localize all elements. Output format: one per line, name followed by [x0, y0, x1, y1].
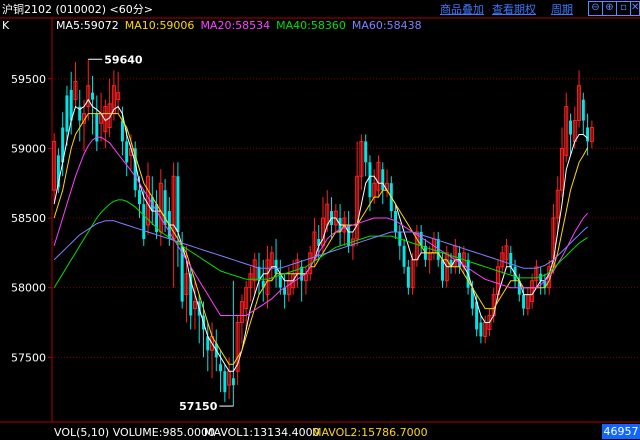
candle-body: [231, 378, 235, 386]
candle-body: [586, 127, 590, 142]
vol-label: VOL(5,10) VOLUME:985.0000: [54, 426, 215, 439]
candle-body: [364, 141, 368, 163]
last-value-badge: 46957: [602, 424, 640, 439]
candle-body: [91, 92, 95, 100]
candle-body: [479, 322, 483, 337]
ma-line-ma10: [53, 113, 589, 365]
candle-body: [125, 141, 129, 163]
candle-body: [441, 259, 444, 281]
candle-body: [65, 95, 69, 132]
y-tick-label: 59000: [11, 142, 46, 155]
extreme-value-label: 59640: [104, 53, 143, 66]
mavol2-label: MAVOL2:15786.7000: [312, 426, 428, 439]
candle-body: [381, 169, 385, 191]
kline-chart[interactable]: 59500 59000 58500 58000 57500 59640 57150: [0, 0, 640, 424]
y-tick-label: 59500: [11, 73, 46, 86]
candle-body: [522, 294, 526, 309]
candle-body: [137, 190, 141, 205]
ma-line-ma60: [53, 220, 588, 269]
y-tick-label: 58500: [11, 212, 46, 225]
candle-body: [406, 266, 410, 288]
candle-body: [223, 371, 227, 393]
candle-body: [368, 162, 372, 198]
volume-footer: VOL(5,10) VOLUME:985.0000 MAVOL1:13134.4…: [0, 424, 640, 440]
candle-body: [176, 176, 180, 232]
y-tick-label: 58000: [11, 282, 46, 295]
ma-line-ma40: [53, 199, 588, 288]
candle-body: [120, 120, 124, 142]
candle-body: [581, 99, 585, 121]
extreme-value-label: 57150: [179, 400, 218, 413]
mavol1-label: MAVOL1:13134.4000: [204, 426, 320, 439]
candle-body: [219, 364, 223, 372]
candle-body: [142, 204, 146, 239]
candle-body: [569, 120, 573, 135]
y-tick-label: 57500: [11, 351, 46, 364]
ma-line-ma5: [53, 98, 588, 372]
candle-body: [402, 245, 406, 267]
